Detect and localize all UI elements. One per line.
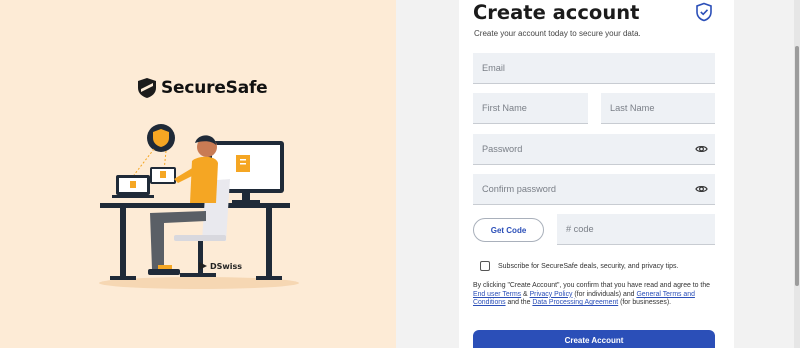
shield-logo-icon [138,78,156,98]
terms-text-part: and the [505,299,533,306]
eye-icon[interactable] [695,183,708,195]
dswiss-mark-icon [199,262,207,270]
subscribe-row: Subscribe for SecureSafe deals, security… [480,261,678,271]
terms-text-part: (for businesses). [618,299,672,306]
page-title: Create account [473,1,640,24]
page: SecureSafe DSwiss Create account Create … [0,0,800,348]
subscribe-checkbox[interactable] [480,261,490,271]
terms-text-part: (for individuals) and [572,290,637,298]
confirm-password-input[interactable] [482,174,715,204]
code-input[interactable] [566,214,715,244]
partner-logo: DSwiss [198,261,242,271]
last-name-field[interactable] [601,93,715,124]
create-account-button[interactable]: Create Account [473,330,715,348]
privacy-policy-link[interactable]: Privacy Policy [530,291,573,298]
brand-logo: SecureSafe [137,77,268,99]
end-user-terms-link[interactable]: End user Terms [473,291,521,298]
page-subtitle: Create your account today to secure your… [474,29,641,38]
shield-check-icon [696,2,712,22]
last-name-input[interactable] [610,93,715,123]
terms-text: By clicking "Create Account", you confir… [473,282,723,308]
confirm-password-field[interactable] [473,174,715,205]
code-field[interactable] [557,214,715,245]
terms-text-part: By clicking "Create Account", you confir… [473,282,711,289]
password-field[interactable] [473,134,715,165]
password-input[interactable] [482,134,715,164]
email-input[interactable] [482,53,715,83]
terms-text-part: & [521,290,530,298]
scrollbar-thumb[interactable] [795,46,799,286]
get-code-button[interactable]: Get Code [473,218,544,242]
first-name-input[interactable] [482,93,588,123]
eye-icon[interactable] [695,143,708,155]
email-field[interactable] [473,53,715,84]
partner-name: DSwiss [210,261,243,271]
data-processing-agreement-link[interactable]: Data Processing Agreement [532,299,618,306]
first-name-field[interactable] [473,93,588,124]
create-account-label: Create Account [564,335,624,345]
subscribe-label: Subscribe for SecureSafe deals, security… [498,262,679,270]
brand-name: SecureSafe [161,78,268,98]
